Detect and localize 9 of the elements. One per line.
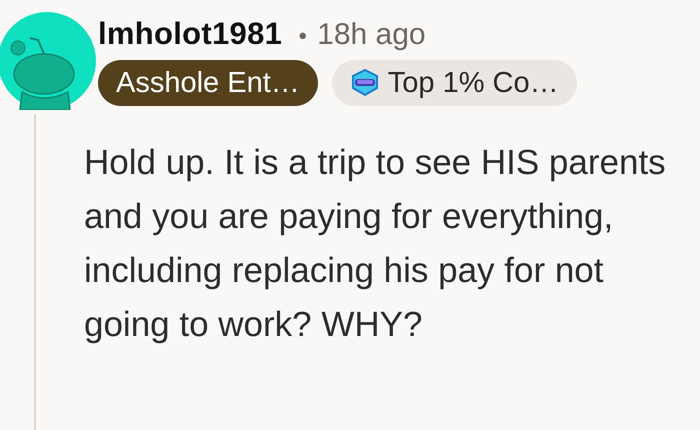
- username[interactable]: lmholot1981: [98, 16, 282, 52]
- achievement-badge[interactable]: Top 1% Co…: [332, 60, 577, 106]
- comment-text: Hold up. It is a trip to see HIS parents and you are paying for everything, including replacing his pay for not going to work? WHY?: [84, 142, 667, 346]
- avatar[interactable]: [0, 12, 96, 110]
- user-flair: Asshole Ent…: [98, 60, 318, 106]
- separator-dot: •: [296, 25, 310, 50]
- achievement-label: Top 1% Co…: [388, 66, 559, 100]
- goggles-badge-icon: [350, 68, 380, 98]
- timestamp: 18h ago: [317, 18, 426, 52]
